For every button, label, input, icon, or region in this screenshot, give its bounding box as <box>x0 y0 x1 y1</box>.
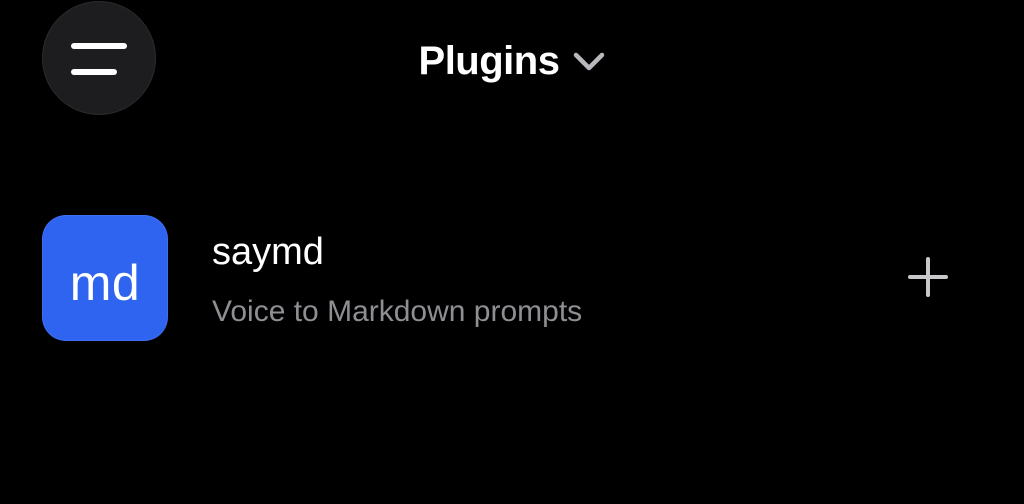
plus-icon <box>908 257 948 297</box>
plugin-name: saymd <box>212 231 324 273</box>
add-plugin-button[interactable] <box>900 249 956 305</box>
plugin-logo-text: md <box>69 255 141 311</box>
plugin-list-item[interactable]: md saymd Voice to Markdown prompts <box>42 215 982 341</box>
plugin-logo: md <box>42 215 168 341</box>
header: Plugins <box>0 36 1024 86</box>
chevron-down-icon <box>574 52 605 71</box>
plugins-dropdown[interactable]: Plugins <box>419 41 606 81</box>
plugin-description: Voice to Markdown prompts <box>212 295 583 328</box>
plugins-screen: Plugins md saymd Voice to Markdown promp… <box>0 0 1024 504</box>
page-title: Plugins <box>418 39 560 83</box>
